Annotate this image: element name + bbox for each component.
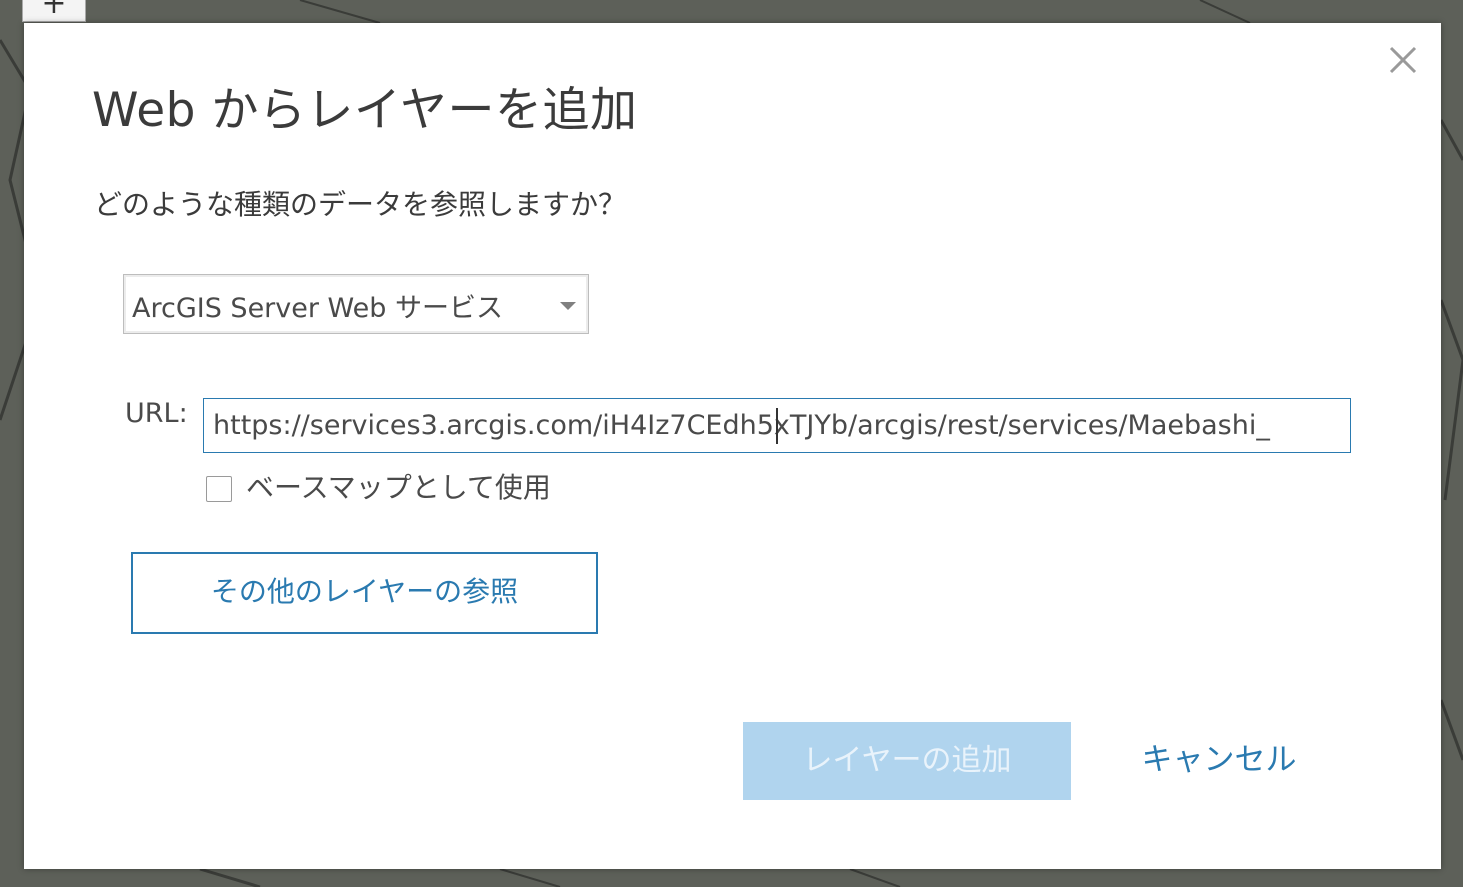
- cancel-button[interactable]: キャンセル: [1124, 732, 1314, 788]
- text-caret: [776, 408, 778, 444]
- close-button[interactable]: [1386, 43, 1420, 77]
- basemap-checkbox-label[interactable]: ベースマップとして使用: [246, 466, 551, 506]
- dropdown-arrow-icon: [560, 302, 576, 310]
- zoom-in-button[interactable]: +: [22, 0, 86, 22]
- add-layer-dialog: Web からレイヤーを追加 どのような種類のデータを参照しますか？ ArcGIS…: [24, 23, 1441, 869]
- data-type-select-value: ArcGIS Server Web サービス: [132, 293, 503, 324]
- dialog-title: Web からレイヤーを追加: [92, 83, 638, 138]
- browse-other-layers-button[interactable]: その他のレイヤーの参照: [131, 552, 598, 634]
- data-type-question: どのような種類のデータを参照しますか？: [94, 188, 627, 221]
- data-type-select[interactable]: ArcGIS Server Web サービス: [123, 274, 589, 334]
- add-layer-button[interactable]: レイヤーの追加: [743, 722, 1071, 800]
- url-label: URL:: [125, 398, 188, 429]
- basemap-checkbox[interactable]: [206, 476, 232, 502]
- url-input-value: https://services3.arcgis.com/iH4Iz7CEdh5…: [213, 410, 1270, 441]
- close-icon: [1389, 46, 1417, 74]
- url-input[interactable]: https://services3.arcgis.com/iH4Iz7CEdh5…: [203, 398, 1351, 453]
